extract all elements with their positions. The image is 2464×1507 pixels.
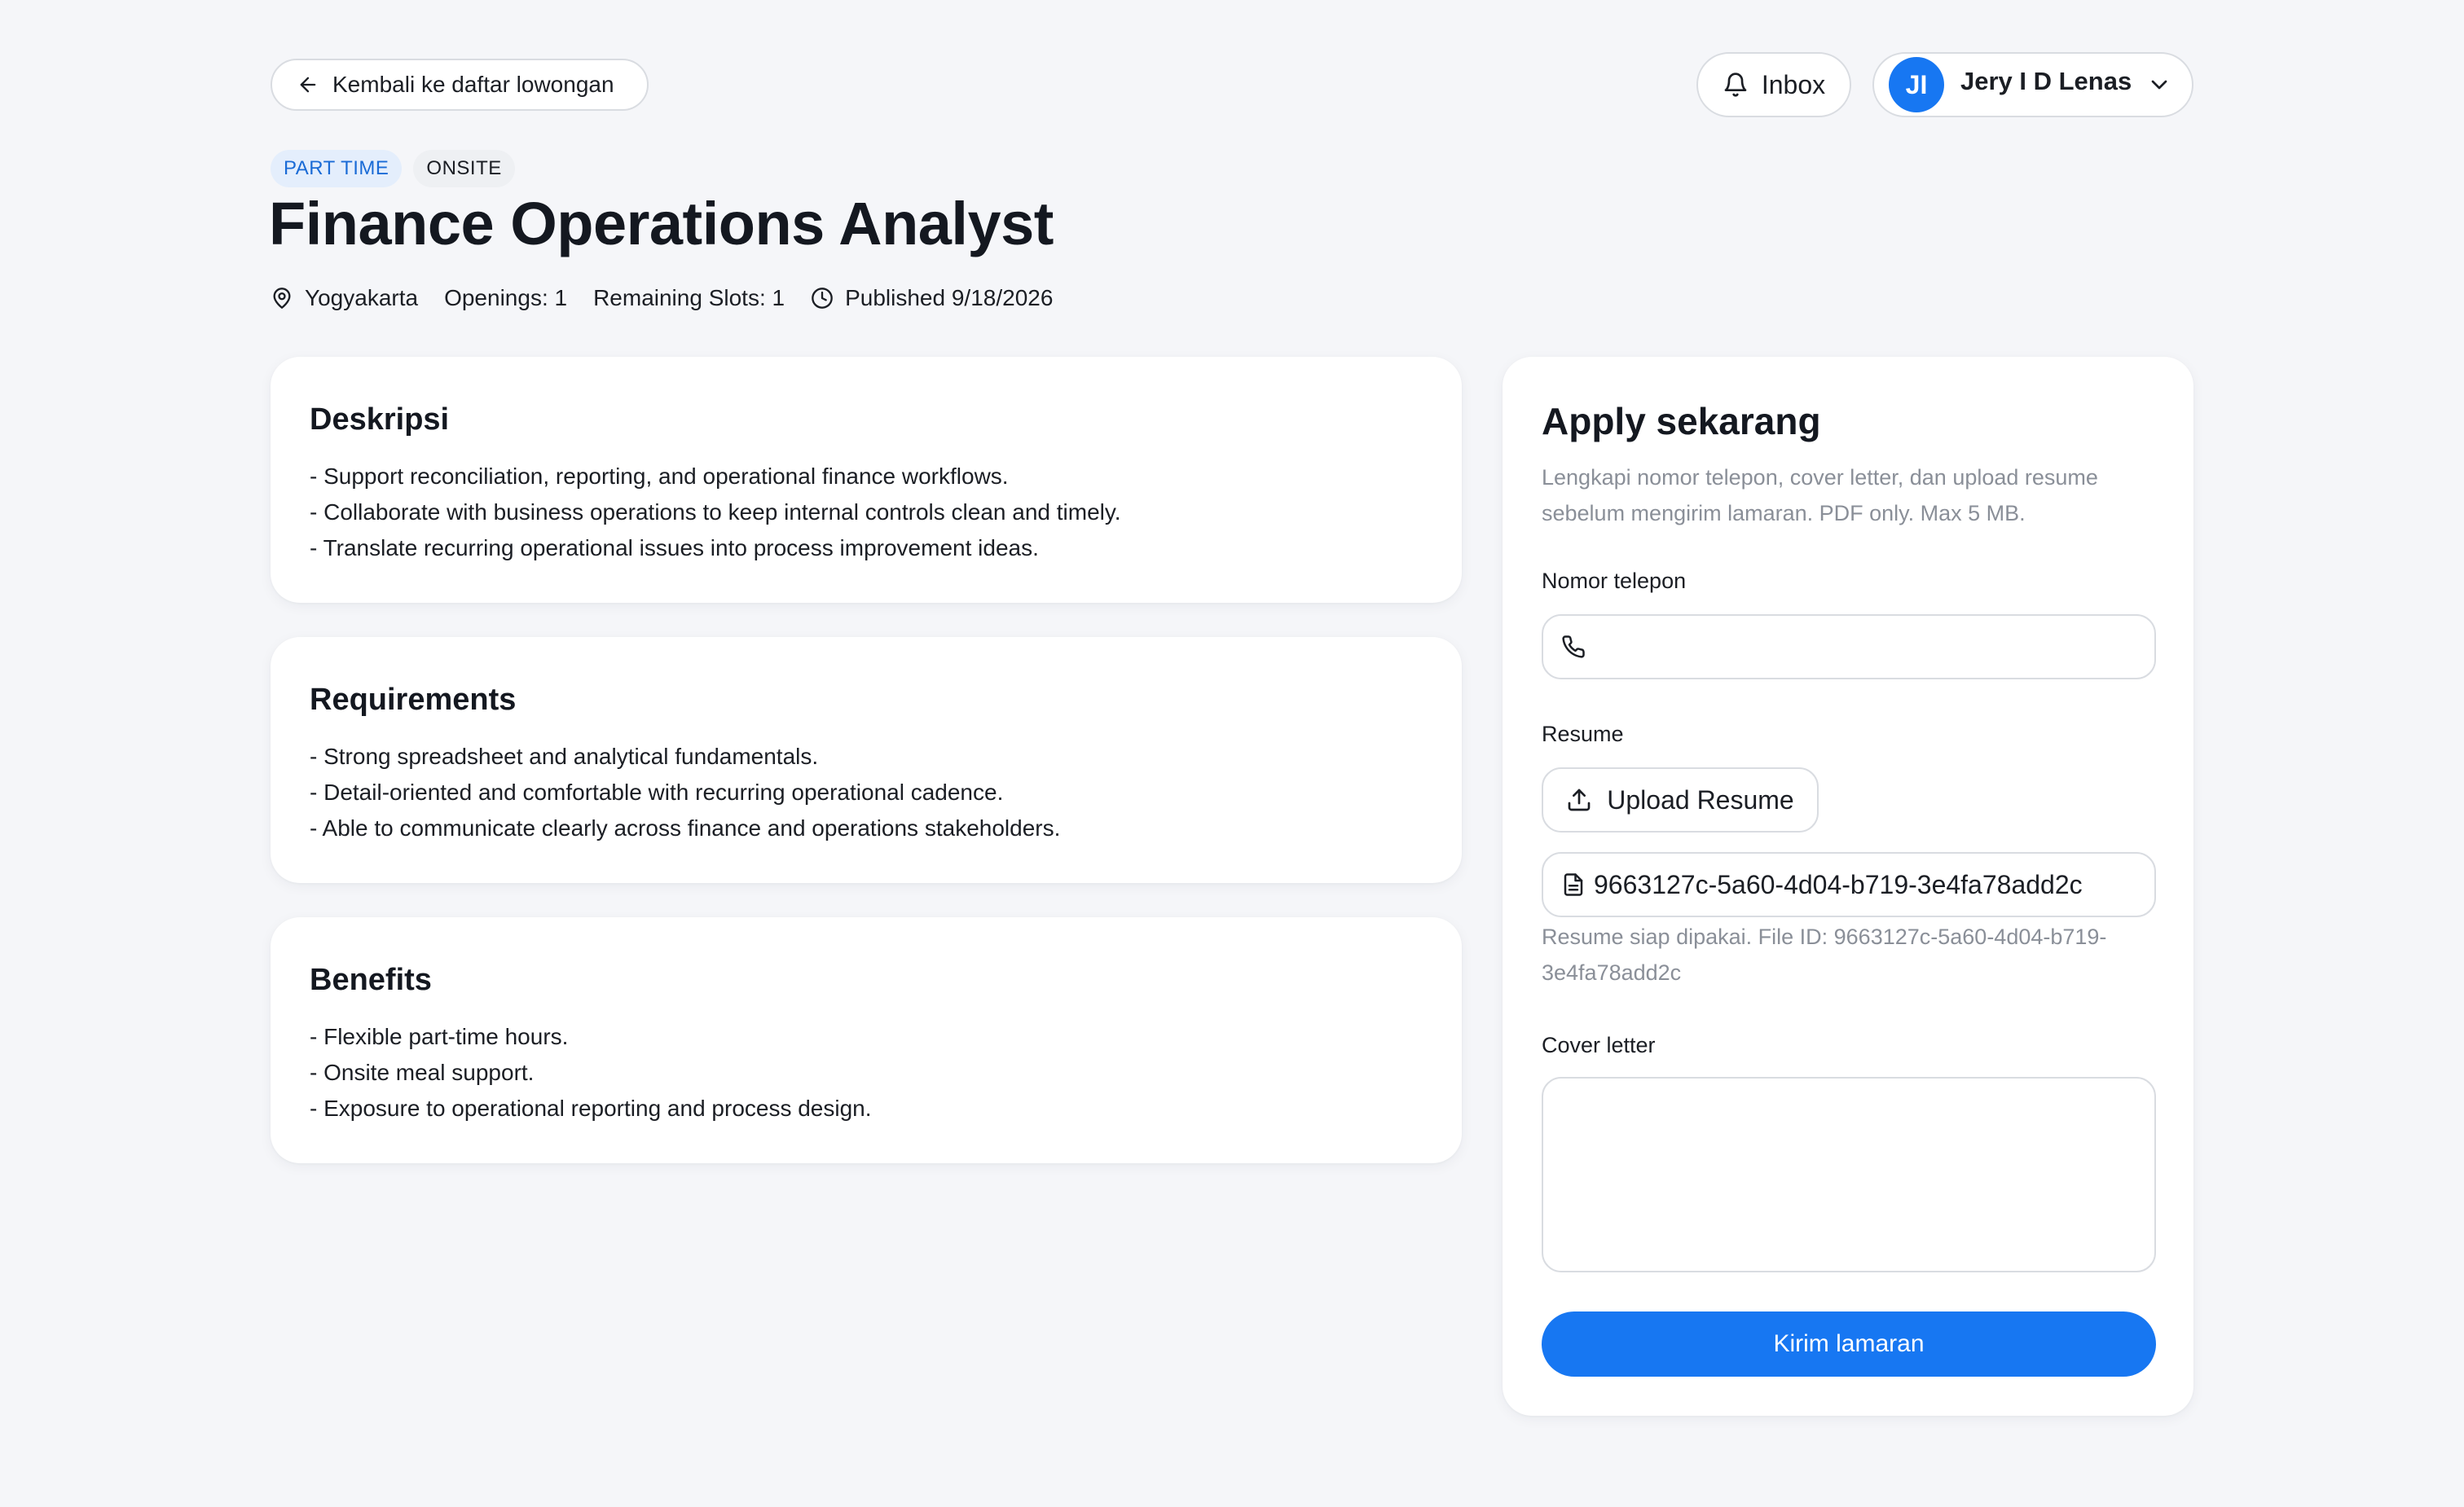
user-name: Jery I D Lenas <box>1960 67 2132 95</box>
bell-icon <box>1723 72 1749 98</box>
back-to-jobs-button[interactable]: Kembali ke daftar lowongan <box>271 59 649 111</box>
upload-resume-button[interactable]: Upload Resume <box>1542 767 1819 833</box>
remaining-slots-text: Remaining Slots: 1 <box>593 285 785 310</box>
submit-label: Kirim lamaran <box>1773 1330 1925 1357</box>
requirements-heading: Requirements <box>310 683 517 717</box>
map-pin-icon <box>271 287 293 310</box>
upload-icon <box>1566 787 1592 813</box>
requirement-line: - Able to communicate clearly across fin… <box>310 815 1061 841</box>
published-text: Published 9/18/2026 <box>845 285 1054 310</box>
benefit-line: - Exposure to operational reporting and … <box>310 1096 872 1121</box>
inbox-label: Inbox <box>1761 69 1826 99</box>
openings: Openings: 1 <box>444 285 567 311</box>
published-date: Published 9/18/2026 <box>811 285 1053 311</box>
phone-field[interactable] <box>1542 614 2156 679</box>
resume-label: Resume <box>1542 722 1624 746</box>
description-line: - Collaborate with business operations t… <box>310 499 1121 525</box>
benefit-line: - Onsite meal support. <box>310 1060 535 1085</box>
job-badges: PART TIME ONSITE <box>271 150 515 187</box>
phone-icon <box>1561 635 1586 659</box>
chevron-down-icon <box>2146 72 2172 98</box>
employment-type-badge: PART TIME <box>271 150 403 187</box>
requirements-card: Requirements - Strong spreadsheet and an… <box>271 637 1462 883</box>
description-line: - Support reconciliation, reporting, and… <box>310 464 1009 489</box>
work-mode-badge: ONSITE <box>413 150 515 187</box>
user-menu-button[interactable]: JI Jery I D Lenas <box>1872 52 2193 117</box>
avatar: JI <box>1889 57 1944 112</box>
back-button-label: Kembali ke daftar lowongan <box>332 72 614 97</box>
apply-subtitle: Lengkapi nomor telepon, cover letter, da… <box>1542 465 2098 525</box>
file-icon <box>1561 872 1586 897</box>
job-meta: Yogyakarta Openings: 1 Remaining Slots: … <box>271 285 1079 311</box>
resume-file-name: 9663127c-5a60-4d04-b719-3e4fa78add2c <box>1594 869 2083 899</box>
benefits-card: Benefits - Flexible part-time hours. - O… <box>271 917 1462 1163</box>
description-line: - Translate recurring operational issues… <box>310 535 1039 560</box>
apply-title: Apply sekarang <box>1542 400 1821 442</box>
resume-hint-line: Resume siap dipakai. File ID: 9663127c-5… <box>1542 925 2107 949</box>
location-text: Yogyakarta <box>305 285 419 310</box>
apply-card: Apply sekarang Lengkapi nomor telepon, c… <box>1503 357 2193 1416</box>
resume-hint: Resume siap dipakai. File ID: 9663127c-5… <box>1542 919 2161 991</box>
benefit-line: - Flexible part-time hours. <box>310 1024 569 1049</box>
benefits-heading: Benefits <box>310 963 432 997</box>
resume-file-field[interactable]: 9663127c-5a60-4d04-b719-3e4fa78add2c <box>1542 852 2156 917</box>
phone-label: Nomor telepon <box>1542 569 1687 593</box>
submit-application-button[interactable]: Kirim lamaran <box>1542 1311 2156 1377</box>
openings-text: Openings: 1 <box>444 285 568 310</box>
cover-letter-field[interactable] <box>1542 1077 2156 1272</box>
upload-resume-label: Upload Resume <box>1607 784 1794 815</box>
cover-letter-label: Cover letter <box>1542 1033 1656 1057</box>
requirement-line: - Strong spreadsheet and analytical fund… <box>310 744 819 769</box>
page-title: Finance Operations Analyst <box>269 190 1054 257</box>
description-heading: Deskripsi <box>310 402 450 437</box>
clock-icon <box>811 287 834 310</box>
location: Yogyakarta <box>271 285 418 311</box>
description-card: Deskripsi - Support reconciliation, repo… <box>271 357 1462 603</box>
arrow-left-icon <box>297 73 319 96</box>
remaining-slots: Remaining Slots: 1 <box>593 285 785 311</box>
resume-hint-line: 3e4fa78add2c <box>1542 960 1682 985</box>
requirement-line: - Detail-oriented and comfortable with r… <box>310 780 1004 805</box>
inbox-button[interactable]: Inbox <box>1696 52 1851 117</box>
